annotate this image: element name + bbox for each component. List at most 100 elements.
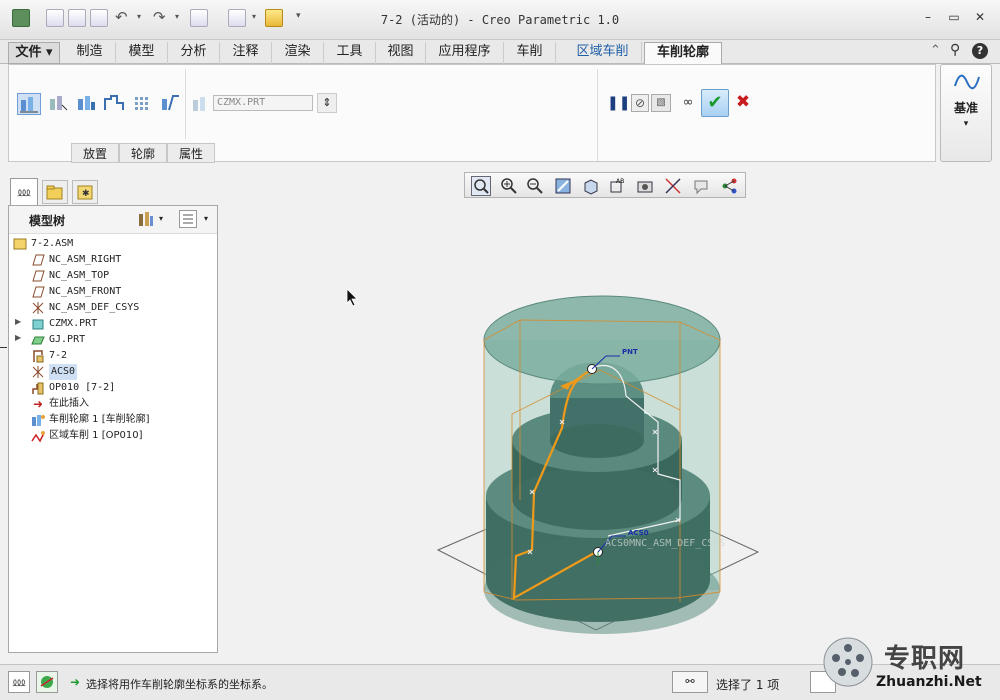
expand-arrow-icon[interactable]: ▶ (15, 333, 21, 342)
datum-group-button[interactable]: 基准 ▾ (940, 64, 992, 162)
tab-file[interactable]: 文件 ▾ (8, 42, 60, 64)
tab-tools[interactable]: 工具 (324, 42, 376, 64)
save-icon[interactable] (90, 9, 108, 27)
datum-plane-icon (32, 286, 45, 298)
minimize-button[interactable]: – (920, 10, 936, 24)
tree-row-turn-profile[interactable]: 车削轮廓 1 [车削轮廓] (13, 412, 213, 428)
graphics-toolbar: AB (464, 172, 746, 198)
tree-row-czmx-prt[interactable]: ▶ CZMX.PRT (13, 316, 213, 332)
tree-row-7-2[interactable]: 7-2 (13, 348, 213, 364)
tab-view[interactable]: 视图 (376, 42, 426, 64)
subtab-profile[interactable]: 轮廓 (119, 143, 167, 163)
window-icon[interactable] (228, 9, 246, 27)
glasses-preview-icon[interactable]: ∞ (677, 94, 699, 112)
tree-settings-dropdown-icon[interactable]: ▾ (159, 214, 163, 223)
redo-dropdown-icon[interactable]: ▾ (175, 12, 179, 21)
pause-icon[interactable]: ❚❚ (607, 93, 630, 113)
tree-row-gj-prt[interactable]: ▶ GJ.PRT (13, 332, 213, 348)
maximize-button[interactable]: ▭ (946, 10, 962, 24)
tab-area-turning[interactable]: 区域车削 (564, 42, 642, 64)
folder-browser-tab-icon[interactable] (42, 180, 68, 204)
tree-row-area-turning[interactable]: 区域车削 1 [OP010] (13, 428, 213, 444)
tree-row-insert-here[interactable]: ➜ 在此插入 (13, 396, 213, 412)
favorites-tab-icon[interactable]: ✱ (72, 180, 98, 204)
search-icon[interactable]: ⚲ (950, 42, 960, 58)
flip-direction-icon[interactable]: ⇕ (317, 93, 337, 113)
model-field[interactable]: CZMX.PRT (213, 95, 313, 111)
close-window-button[interactable]: ✕ (972, 10, 988, 24)
cancel-x-icon[interactable]: ✖ (733, 91, 753, 113)
repaint-icon[interactable] (553, 176, 573, 196)
turn-profile-icon (32, 415, 45, 426)
new-file-icon[interactable] (46, 9, 64, 27)
expand-arrow-icon[interactable]: ▶ (15, 317, 21, 326)
use-curve-icon[interactable] (103, 93, 127, 115)
csys-label-overlay: ACS0MNC_ASM_DEF_CSYS (605, 538, 726, 549)
view-manager-icon[interactable] (635, 176, 655, 196)
use-pattern-icon[interactable] (133, 93, 157, 115)
confirm-checkmark-icon[interactable]: ✔ (701, 89, 729, 117)
subtab-placement[interactable]: 放置 (71, 143, 119, 163)
tree-row-nc-asm-front[interactable]: NC_ASM_FRONT (13, 284, 213, 300)
operation-icon (32, 382, 44, 395)
use-envelope-icon[interactable] (47, 93, 71, 115)
no-preview-icon[interactable]: ⊘ (631, 94, 649, 112)
ribbon-separator (185, 69, 186, 139)
tree-row-nc-asm-top[interactable]: NC_ASM_TOP (13, 268, 213, 284)
help-icon[interactable]: ? (972, 43, 988, 59)
tab-applications[interactable]: 应用程序 (426, 42, 504, 64)
status-message: 选择将用作车削轮廓坐标系的坐标系。 (86, 678, 273, 691)
area-turn-icon (31, 431, 45, 443)
annotation-display-icon[interactable] (691, 176, 711, 196)
open-file-icon[interactable] (68, 9, 86, 27)
toggle-navigator-icon[interactable]: ⅏ (8, 671, 30, 693)
tree-row-op010[interactable]: OP010 [7-2] (13, 380, 213, 396)
datum-display-filters-icon[interactable] (663, 176, 683, 196)
tab-turn-profile[interactable]: 车削轮廓 (644, 42, 722, 65)
display-style-icon[interactable] (581, 176, 601, 196)
window-dropdown-icon[interactable]: ▾ (252, 12, 256, 21)
tab-annotate[interactable]: 注释 (220, 42, 272, 64)
tab-model[interactable]: 模型 (116, 42, 168, 64)
tab-turning[interactable]: 车削 (504, 42, 556, 64)
zoom-refit-icon[interactable] (471, 176, 491, 196)
assembly-icon (13, 238, 27, 250)
spin-center-icon[interactable] (719, 176, 739, 196)
tree-row-acs0[interactable]: ACS0 (13, 364, 213, 380)
verify-preview-icon[interactable]: ▧ (651, 94, 671, 112)
svg-text:AB: AB (616, 178, 624, 185)
mfg-icon (33, 350, 44, 363)
use-tool-motion-icon[interactable] (159, 93, 183, 115)
zoom-in-icon[interactable] (499, 176, 519, 196)
redo-icon[interactable]: ↷ (153, 8, 166, 26)
browser-toggle-icon[interactable] (36, 671, 58, 693)
tree-settings-icon[interactable] (137, 210, 155, 228)
zoom-out-icon[interactable] (525, 176, 545, 196)
saved-orientations-icon[interactable]: AB (607, 176, 627, 196)
use-sketch-icon[interactable] (17, 93, 41, 115)
insert-arrow-icon: ➜ (33, 397, 44, 411)
watermark-text: 专职网 (884, 644, 966, 674)
binoculars-search-icon[interactable]: ⚯ (672, 671, 708, 693)
model-tree-tab-icon[interactable]: ⅏ (10, 178, 38, 205)
show-list-icon[interactable] (179, 210, 197, 228)
subtab-properties[interactable]: 属性 (167, 143, 215, 163)
tab-manufacturing[interactable]: 制造 (64, 42, 116, 64)
collapse-ribbon-icon[interactable]: ⌃ (930, 43, 941, 58)
tab-analysis[interactable]: 分析 (168, 42, 220, 64)
watermark-ball-icon (822, 636, 874, 688)
folder-icon[interactable] (265, 9, 283, 27)
mouse-cursor-icon (346, 288, 358, 307)
regenerate-icon[interactable] (190, 9, 208, 27)
tree-row-nc-asm-def-csys[interactable]: NC_ASM_DEF_CSYS (13, 300, 213, 316)
model-tree-header: 模型树 ▾ ▾ (9, 206, 217, 234)
use-surface-icon[interactable] (75, 93, 99, 115)
tab-render[interactable]: 渲染 (272, 42, 324, 64)
tree-row-nc-asm-right[interactable]: NC_ASM_RIGHT (13, 252, 213, 268)
show-dropdown-icon[interactable]: ▾ (204, 214, 208, 223)
datum-dropdown-icon: ▾ (963, 119, 969, 129)
graphics-window[interactable]: PNT ACS0 ACS0MNC_ASM_DEF_CSYS (220, 200, 1000, 662)
tree-row-assembly[interactable]: 7-2.ASM (13, 236, 213, 252)
undo-icon[interactable]: ↶ (115, 8, 128, 26)
undo-dropdown-icon[interactable]: ▾ (137, 12, 141, 21)
